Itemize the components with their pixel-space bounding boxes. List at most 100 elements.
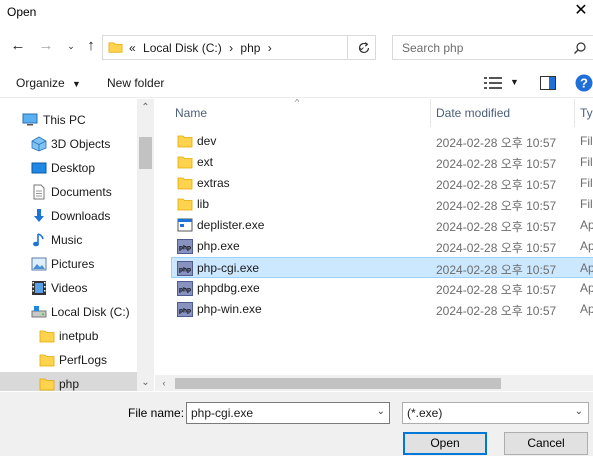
nav-item-php[interactable]: php: [0, 372, 137, 391]
file-list-horizontal-scrollbar[interactable]: ‹: [155, 375, 593, 391]
file-row[interactable]: php php-win.exe 2024-02-28 오후 10:57 Ap: [172, 299, 593, 320]
view-options-icon[interactable]: [484, 77, 502, 89]
navigation-pane[interactable]: This PC 3D Objects Desktop Documents Dow…: [0, 99, 155, 391]
file-row[interactable]: ext 2024-02-28 오후 10:57 Fil: [172, 152, 593, 173]
3d-objects-icon: [31, 136, 47, 152]
nav-item-downloads[interactable]: Downloads: [0, 204, 137, 228]
file-row[interactable]: deplister.exe 2024-02-28 오후 10:57 Ap: [172, 215, 593, 236]
column-header-date[interactable]: Date modified: [436, 99, 510, 127]
nav-item-videos[interactable]: Videos: [0, 276, 137, 300]
file-type-select[interactable]: (*.exe) ⌄: [402, 402, 589, 424]
folder-icon: [177, 135, 193, 148]
recent-locations-chevron-icon[interactable]: ⌄: [62, 37, 80, 55]
organize-button[interactable]: Organize ▼: [16, 76, 81, 90]
search-input[interactable]: Search php: [402, 41, 463, 55]
file-name-value[interactable]: php-cgi.exe: [191, 406, 253, 420]
file-row[interactable]: extras 2024-02-28 오후 10:57 Fil: [172, 173, 593, 194]
back-arrow-icon[interactable]: ←: [9, 37, 27, 55]
this-pc-icon: [22, 113, 38, 126]
file-row[interactable]: lib 2024-02-28 오후 10:57 Fil: [172, 194, 593, 215]
nav-item-perflogs[interactable]: PerfLogs: [0, 348, 137, 372]
folder-icon: [39, 330, 55, 343]
navigation-bar: ← → ⌄ ↑ « Local Disk (C:) › php › ⌄ Sear…: [0, 26, 593, 68]
music-icon: [33, 233, 44, 247]
file-row[interactable]: php php.exe 2024-02-28 오후 10:57 Ap: [172, 236, 593, 257]
nav-item-local-disk[interactable]: Local Disk (C:): [0, 300, 137, 324]
nav-item-music[interactable]: Music: [0, 228, 137, 252]
svg-text:?: ?: [580, 76, 588, 91]
window-title: Open: [7, 5, 37, 19]
nav-item-inetpub[interactable]: inetpub: [0, 324, 137, 348]
cancel-button[interactable]: Cancel: [504, 432, 588, 455]
svg-text:php: php: [179, 287, 191, 294]
chevron-down-icon: ▼: [72, 79, 81, 89]
php-exe-icon: php: [177, 239, 193, 254]
videos-icon: [32, 281, 46, 295]
breadcrumb-overflow[interactable]: «: [129, 41, 136, 55]
php-exe-icon: php: [177, 281, 193, 296]
new-folder-button[interactable]: New folder: [107, 76, 164, 90]
file-type-value: (*.exe): [407, 406, 443, 420]
php-exe-icon: php: [177, 261, 193, 276]
command-bar: Organize ▼ New folder ▼ ?: [0, 68, 593, 98]
exe-icon: [177, 218, 193, 232]
sort-up-icon: ^: [295, 99, 300, 107]
column-divider[interactable]: [574, 99, 575, 127]
column-header-name[interactable]: Name: [175, 99, 207, 127]
title-bar: Open ✕: [0, 0, 593, 26]
file-list[interactable]: Name ^ Date modified Typ dev 2024-02-28 …: [155, 99, 593, 391]
breadcrumb-separator[interactable]: ›: [268, 41, 272, 55]
file-row-selected[interactable]: php php-cgi.exe 2024-02-28 오후 10:57 Ap: [171, 257, 593, 278]
folder-icon: [108, 42, 123, 53]
nav-item-this-pc[interactable]: This PC: [0, 108, 137, 132]
php-exe-icon: php: [177, 302, 193, 317]
help-icon[interactable]: ?: [575, 74, 593, 92]
open-button[interactable]: Open: [403, 432, 487, 455]
scroll-up-icon[interactable]: ⌃: [137, 100, 154, 115]
folder-icon: [177, 177, 193, 190]
breadcrumb-separator[interactable]: ›: [229, 41, 233, 55]
search-box[interactable]: Search php: [392, 35, 593, 60]
local-disk-icon: [31, 306, 47, 318]
scrollbar-thumb[interactable]: [139, 137, 152, 169]
file-row[interactable]: php phpdbg.exe 2024-02-28 오후 10:57 Ap: [172, 278, 593, 299]
folder-icon: [39, 378, 55, 391]
scrollbar-thumb[interactable]: [175, 378, 501, 389]
close-icon[interactable]: ✕: [572, 2, 590, 20]
preview-pane-icon[interactable]: [540, 76, 556, 90]
file-name-field[interactable]: php-cgi.exe ⌄: [186, 402, 390, 424]
dialog-footer: File name: php-cgi.exe ⌄ (*.exe) ⌄ Open …: [0, 392, 593, 456]
svg-text:php: php: [179, 245, 191, 252]
folder-icon: [177, 156, 193, 169]
column-header-type[interactable]: Typ: [580, 99, 593, 127]
view-chevron-down-icon[interactable]: ▼: [510, 77, 519, 87]
nav-item-desktop[interactable]: Desktop: [0, 156, 137, 180]
search-icon[interactable]: [573, 41, 587, 55]
file-row[interactable]: dev 2024-02-28 오후 10:57 Fil: [172, 131, 593, 152]
scroll-down-icon[interactable]: ⌄: [137, 375, 154, 390]
nav-item-3d-objects[interactable]: 3D Objects: [0, 132, 137, 156]
forward-arrow-icon[interactable]: →: [37, 37, 55, 55]
chevron-down-icon[interactable]: ⌄: [575, 406, 583, 417]
breadcrumb: « Local Disk (C:) › php ›: [129, 41, 276, 55]
organize-label: Organize: [16, 76, 65, 90]
nav-item-pictures[interactable]: Pictures: [0, 252, 137, 276]
address-bar[interactable]: « Local Disk (C:) › php ›: [102, 35, 348, 60]
file-name-label: File name:: [128, 406, 185, 420]
refresh-icon[interactable]: [357, 41, 371, 55]
svg-text:php: php: [179, 267, 191, 274]
up-arrow-icon[interactable]: ↑: [82, 37, 100, 55]
folder-icon: [39, 354, 55, 367]
chevron-down-icon[interactable]: ⌄: [377, 406, 385, 417]
documents-icon: [33, 184, 45, 200]
navigation-scrollbar[interactable]: ⌃ ⌄: [137, 99, 154, 391]
nav-item-documents[interactable]: Documents: [0, 180, 137, 204]
scroll-left-icon[interactable]: ‹: [157, 375, 171, 391]
breadcrumb-php[interactable]: php: [240, 41, 260, 55]
breadcrumb-local-disk[interactable]: Local Disk (C:): [143, 41, 222, 55]
desktop-icon: [31, 162, 47, 174]
folder-icon: [177, 198, 193, 211]
pictures-icon: [31, 257, 47, 271]
downloads-icon: [34, 209, 44, 222]
column-divider[interactable]: [430, 99, 431, 127]
